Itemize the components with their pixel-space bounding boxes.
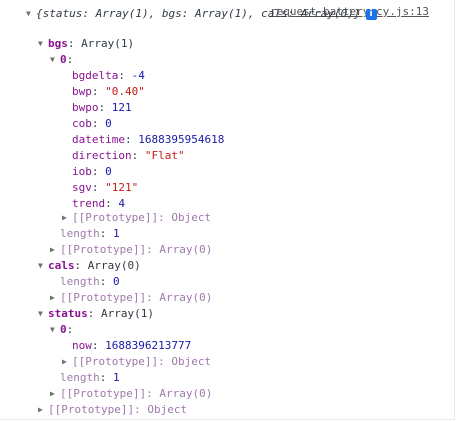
status-now-row: now: 1688396213777 (72, 339, 192, 352)
property-key: status (48, 307, 88, 320)
cals-prototype-row[interactable]: [[Prototype]]: Array(0) (50, 290, 212, 306)
root-object-summary: {status: Array(1), bgs: Array(1), cals: … (36, 7, 361, 20)
bgs-property-row: cob: 0 (72, 117, 112, 130)
status-prototype-row[interactable]: [[Prototype]]: Array(0) (50, 386, 212, 402)
bgs-item-row[interactable]: 0: (50, 52, 73, 68)
property-key: bgdelta (72, 69, 119, 82)
property-key: trend (72, 197, 106, 210)
status-row[interactable]: status: Array(1) (38, 306, 154, 322)
expand-triangle-icon[interactable] (38, 36, 48, 52)
bgs-property-row: datetime: 1688395954618 (72, 133, 225, 146)
property-type: Array(1) (101, 307, 154, 320)
property-key: cals (48, 259, 75, 272)
property-value: 0 (105, 117, 112, 130)
property-key: 0 (60, 323, 67, 336)
property-key: bgs (48, 37, 68, 50)
property-key: length (60, 227, 100, 240)
property-value: "121" (105, 181, 139, 194)
expand-triangle-icon[interactable] (38, 306, 48, 322)
property-key: length (60, 275, 100, 288)
bgs-property-row: iob: 0 (72, 165, 112, 178)
property-key: bwp (72, 85, 92, 98)
expand-triangle-icon[interactable] (50, 290, 60, 306)
prototype-label: [[Prototype]]: Object (72, 355, 212, 368)
prototype-label: [[Prototype]]: Object (72, 211, 212, 224)
property-value: 1688395954618 (138, 133, 225, 146)
property-key: bwpo (72, 101, 99, 114)
info-icon[interactable]: i (365, 8, 377, 20)
bgs-property-row: bgdelta: -4 (72, 69, 145, 82)
property-key: cob (72, 117, 92, 130)
bgs-property-row: direction: "Flat" (72, 149, 185, 162)
status-item-row[interactable]: 0: (50, 322, 73, 338)
property-key: direction (72, 149, 132, 162)
bgs-property-row: bwp: "0.40" (72, 85, 145, 98)
root-prototype-row[interactable]: [[Prototype]]: Object (38, 402, 187, 418)
property-key: iob (72, 165, 92, 178)
property-value: 4 (118, 197, 125, 210)
property-key: datetime (72, 133, 125, 146)
property-value: 1 (113, 227, 120, 240)
cals-row[interactable]: cals: Array(0) (38, 258, 141, 274)
prototype-label: [[Prototype]]: Array(0) (60, 243, 213, 256)
expand-triangle-icon[interactable] (38, 402, 48, 418)
property-value: "Flat" (144, 149, 185, 162)
bgs-prototype-row[interactable]: [[Prototype]]: Array(0) (50, 242, 212, 258)
expand-triangle-icon[interactable] (50, 242, 60, 258)
expand-triangle-icon[interactable] (26, 6, 36, 22)
property-type: Array(1) (81, 37, 135, 50)
prototype-label: [[Prototype]]: Object (48, 403, 188, 416)
prototype-label: [[Prototype]]: Array(0) (60, 291, 213, 304)
expand-triangle-icon[interactable] (50, 322, 60, 338)
prototype-label: [[Prototype]]: Array(0) (60, 387, 213, 400)
property-value: 0 (105, 165, 112, 178)
property-value: 1 (113, 371, 120, 384)
property-key: now (72, 339, 92, 352)
bgs-row[interactable]: bgs: Array(1) (38, 36, 134, 52)
expand-triangle-icon[interactable] (38, 258, 48, 274)
status-length-row: length: 1 (60, 371, 120, 384)
property-value: -4 (131, 69, 145, 82)
property-value: 121 (111, 101, 132, 114)
cals-length-row: length: 0 (60, 275, 120, 288)
property-type: Array(0) (87, 259, 141, 272)
property-value: 0 (113, 275, 120, 288)
status-item-prototype-row[interactable]: [[Prototype]]: Object (62, 354, 211, 370)
bgs-item-prototype-row[interactable]: [[Prototype]]: Object (62, 210, 211, 226)
root-object-row[interactable]: {status: Array(1), bgs: Array(1), cals: … (26, 6, 377, 22)
property-key: 0 (60, 53, 67, 66)
expand-triangle-icon[interactable] (62, 354, 72, 370)
property-key: length (60, 371, 100, 384)
property-value: "0.40" (105, 85, 145, 98)
expand-triangle-icon[interactable] (50, 386, 60, 402)
expand-triangle-icon[interactable] (50, 52, 60, 68)
property-value: 1688396213777 (105, 339, 192, 352)
bgs-property-row: sgv: "121" (72, 181, 139, 194)
bgs-property-row: bwpo: 121 (72, 101, 132, 114)
property-key: sgv (72, 181, 92, 194)
bgs-length-row: length: 1 (60, 227, 120, 240)
expand-triangle-icon[interactable] (62, 210, 72, 226)
